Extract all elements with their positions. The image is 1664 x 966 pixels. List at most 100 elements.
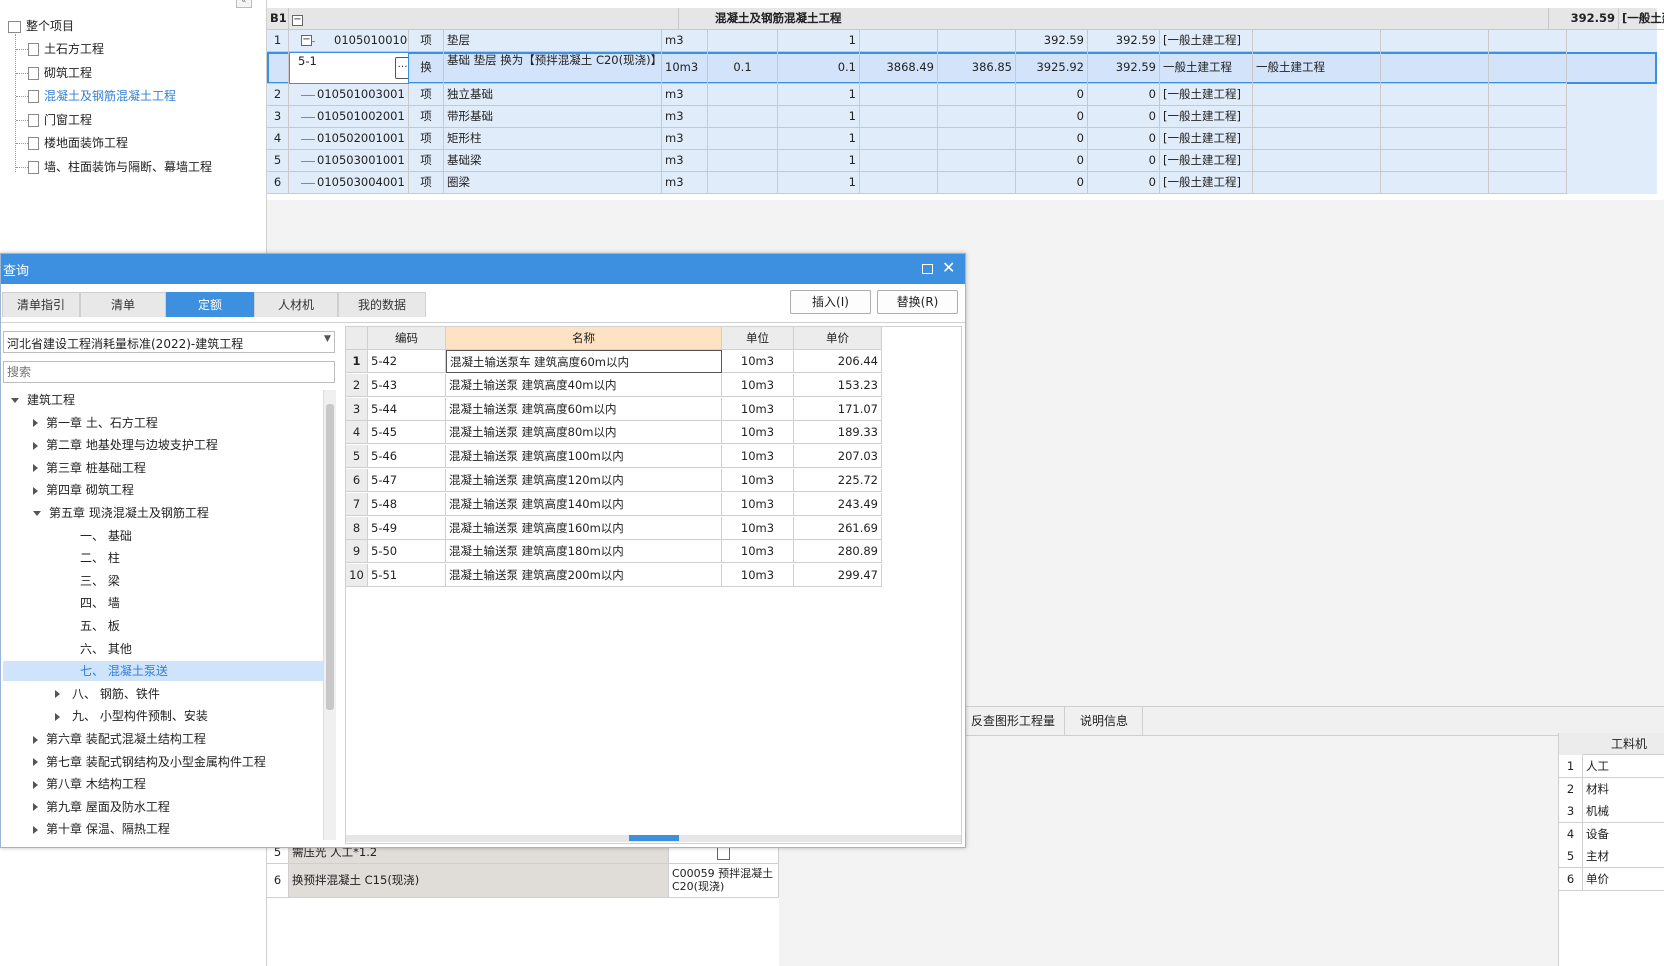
tab-0[interactable]: 清单指引 [2, 292, 80, 317]
splitter-handle[interactable] [629, 835, 679, 841]
project-tree-item[interactable]: 砌筑工程 [28, 62, 92, 84]
category-tree-node[interactable]: 四、 墙 [3, 593, 323, 613]
close-icon[interactable]: ✕ [942, 258, 955, 277]
result-cell[interactable]: 5-44 [368, 397, 446, 421]
result-cell[interactable]: 10m3 [722, 350, 794, 373]
table-row[interactable]: 4 010502001001 项 矩形柱 m3 1 0 0 [一般土建工程] [267, 128, 1657, 150]
result-hscroll[interactable] [346, 835, 961, 842]
result-cell[interactable]: 225.72 [794, 469, 882, 492]
result-cell[interactable]: 207.03 [794, 445, 882, 469]
project-tree-item[interactable]: 混凝土及钢筋混凝土工程 [28, 85, 176, 107]
tab-graphic-qty[interactable]: 反查图形工程量 [962, 707, 1065, 735]
result-cell[interactable]: 280.89 [794, 540, 882, 564]
category-tree-node[interactable]: 八、 钢筋、铁件 [3, 684, 323, 704]
labor-type-cell[interactable]: 机械 [1583, 800, 1664, 824]
category-tree-node[interactable]: 一、 基础 [3, 526, 323, 546]
section-row-b1[interactable]: B1 − 混凝土及钢筋混凝土工程 392.59 [一般土建工 [267, 8, 1664, 30]
labor-type-cell[interactable]: 人工 [1583, 755, 1664, 778]
category-tree-node[interactable]: 六、 其他 [3, 639, 323, 659]
category-tree-node[interactable]: 第九章 屋面及防水工程 [3, 797, 323, 817]
tree-scrollbar[interactable] [323, 390, 336, 840]
cell-code[interactable]: 010503001001 [289, 150, 409, 172]
result-cell[interactable]: 5-49 [368, 516, 446, 540]
collapsed-icon[interactable] [33, 486, 38, 495]
replace-button[interactable]: 替换(R) [877, 290, 958, 314]
category-tree-node[interactable]: 二、 柱 [3, 548, 323, 568]
code-edit-value[interactable]: 5-1 [298, 53, 317, 69]
result-cell[interactable]: 5-42 [368, 350, 446, 373]
collapsed-icon[interactable] [33, 825, 38, 834]
result-cell[interactable]: 混凝土输送泵 建筑高度180m以内 [446, 540, 722, 564]
collapsed-icon[interactable] [33, 780, 38, 789]
labor-type-cell[interactable]: 主材 [1583, 845, 1664, 869]
labor-type-cell[interactable]: 材料 [1583, 777, 1664, 801]
result-cell[interactable]: 混凝土输送泵 建筑高度100m以内 [446, 445, 722, 469]
result-cell[interactable]: 5-45 [368, 421, 446, 445]
category-tree-node[interactable]: 三、 梁 [3, 571, 323, 591]
column-header[interactable]: 单价 [794, 327, 882, 350]
collapse-icon[interactable]: − [292, 15, 303, 26]
collapsed-icon[interactable] [33, 441, 38, 450]
search-input[interactable] [3, 361, 335, 383]
cell-code[interactable]: 5-1… [289, 52, 409, 84]
result-cell[interactable]: 189.33 [794, 421, 882, 445]
tab-3[interactable]: 人材机 [254, 292, 338, 317]
result-cell[interactable]: 5-51 [368, 564, 446, 588]
category-tree-node[interactable]: 五、 板 [3, 616, 323, 636]
project-tree-item[interactable]: 楼地面装饰工程 [28, 132, 128, 154]
category-tree-node[interactable]: 第一章 土、石方工程 [3, 413, 323, 433]
project-tree-item[interactable]: 墙、柱面装饰与隔断、幕墙工程 [28, 156, 212, 178]
result-cell[interactable]: 10m3 [722, 421, 794, 445]
maximize-icon[interactable] [922, 264, 933, 274]
checkbox[interactable] [717, 847, 730, 860]
labor-type-cell[interactable]: 单价 [1583, 868, 1664, 891]
cell-code[interactable]: 010501003001 [289, 84, 409, 106]
result-cell[interactable]: 10m3 [722, 540, 794, 564]
result-cell[interactable]: 10m3 [722, 564, 794, 588]
scrollbar-thumb[interactable] [326, 404, 334, 710]
project-tree-item[interactable]: 门窗工程 [28, 109, 92, 131]
result-cell[interactable]: 混凝土输送泵 建筑高度160m以内 [446, 516, 722, 540]
collapse-panel-button[interactable]: « [236, 0, 252, 8]
cell-code[interactable]: 010503004001 [289, 172, 409, 194]
result-cell[interactable]: 10m3 [722, 492, 794, 516]
collapsed-icon[interactable] [33, 464, 38, 473]
selected-row[interactable]: 5-1 … 换 基础 垫层 换为【预拌混凝土 C20(现浇)】 10m3 0.1 0.1 38… [267, 52, 1657, 84]
result-cell[interactable]: 153.23 [794, 373, 882, 397]
result-cell[interactable]: 混凝土输送泵 建筑高度60m以内 [446, 397, 722, 421]
category-tree-node[interactable]: 九、 小型构件预制、安装 [3, 706, 323, 726]
result-cell[interactable]: 5-50 [368, 540, 446, 564]
category-tree-node[interactable]: 第六章 装配式混凝土结构工程 [3, 729, 323, 749]
standard-select[interactable]: 河北省建设工程消耗量标准(2022)-建筑工程 ▼ [3, 331, 335, 353]
result-cell[interactable]: 混凝土输送泵 建筑高度120m以内 [446, 469, 722, 492]
result-cell[interactable]: 10m3 [722, 397, 794, 421]
result-cell[interactable]: 混凝土输送泵 建筑高度80m以内 [446, 421, 722, 445]
cell-code[interactable]: 010502001001 [289, 128, 409, 150]
collapsed-icon[interactable] [33, 758, 38, 767]
expanded-icon[interactable] [33, 511, 41, 516]
result-cell[interactable]: 243.49 [794, 492, 882, 516]
collapsed-icon[interactable] [33, 735, 38, 744]
tab-2[interactable]: 定额 [166, 292, 254, 317]
result-cell[interactable]: 混凝土输送泵车 建筑高度60m以内 [446, 350, 722, 373]
tab-4[interactable]: 我的数据 [338, 292, 426, 317]
result-cell[interactable]: 261.69 [794, 516, 882, 540]
adjustment-value[interactable]: C00059 预拌混凝土 C20(现浇) [669, 864, 779, 898]
result-cell[interactable]: 10m3 [722, 516, 794, 540]
table-row[interactable]: 3 010501002001 项 带形基础 m3 1 0 0 [一般土建工程] [267, 106, 1657, 128]
collapsed-icon[interactable] [33, 803, 38, 812]
collapse-icon[interactable]: − [301, 35, 312, 46]
category-tree-node[interactable]: 七、 混凝土泵送 [3, 661, 323, 682]
dialog-titlebar[interactable]: 查询 ✕ [1, 254, 965, 284]
result-cell[interactable]: 混凝土输送泵 建筑高度140m以内 [446, 492, 722, 516]
result-cell[interactable]: 5-43 [368, 373, 446, 397]
result-cell[interactable]: 299.47 [794, 564, 882, 588]
table-row[interactable]: 1 010501001001 项 垫层 m3 1 392.59 392.59 [一般土建工程] − [267, 30, 1657, 52]
result-cell[interactable]: 混凝土输送泵 建筑高度200m以内 [446, 564, 722, 588]
expanded-icon[interactable] [11, 398, 19, 403]
result-cell[interactable]: 206.44 [794, 350, 882, 373]
category-tree-node[interactable]: 第七章 装配式钢结构及小型金属构件工程 [3, 752, 323, 772]
category-tree-node[interactable]: 第八章 木结构工程 [3, 774, 323, 794]
column-header[interactable]: 名称 [446, 327, 722, 350]
category-tree-node[interactable]: 第十章 保温、隔热工程 [3, 819, 323, 839]
